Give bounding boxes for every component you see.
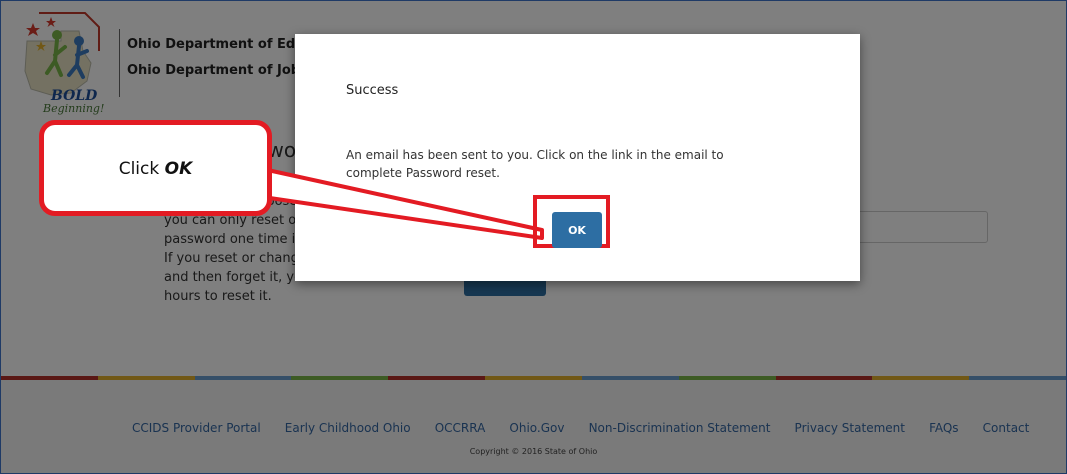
callout-prefix: Click	[118, 159, 165, 179]
ok-button[interactable]: OK	[552, 212, 602, 248]
instruction-callout: Click OK	[39, 120, 272, 216]
callout-emphasis: OK	[164, 159, 193, 179]
callout-label: Click OK	[44, 159, 267, 179]
browser-page: BOLD Beginning! Ohio Department of Educa…	[0, 0, 1067, 474]
